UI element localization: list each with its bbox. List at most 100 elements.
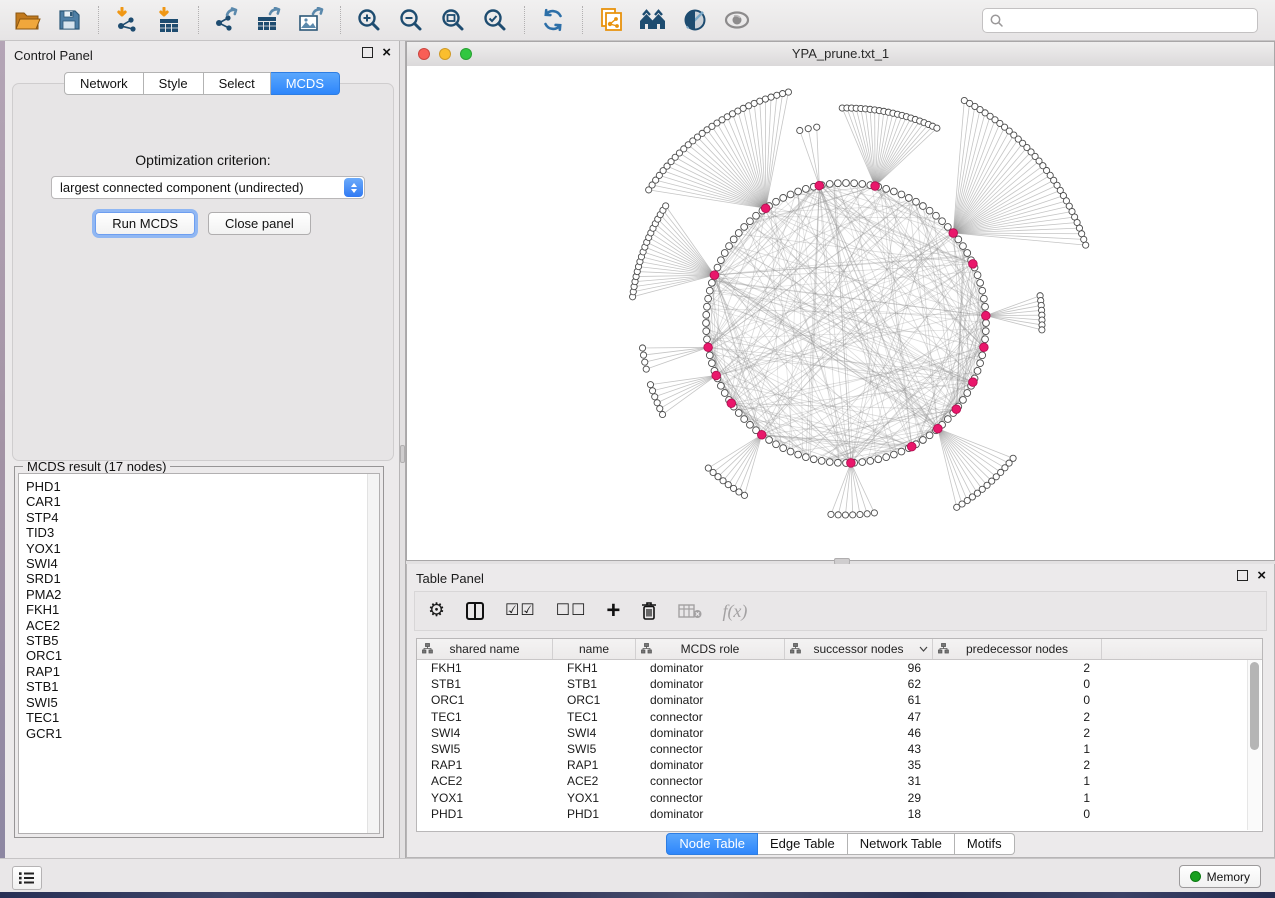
table-row[interactable]: TEC1TEC1connector472 — [417, 709, 1262, 725]
graph-node[interactable] — [787, 448, 794, 455]
graph-node[interactable] — [926, 432, 933, 439]
graph-node[interactable] — [979, 352, 986, 359]
fan-node[interactable] — [1039, 327, 1045, 333]
fan-node[interactable] — [850, 512, 856, 518]
graph-node[interactable] — [890, 451, 897, 458]
mcds-node-item[interactable]: PMA2 — [26, 587, 379, 602]
add-row-icon[interactable]: + — [606, 596, 620, 626]
graph-node[interactable] — [802, 185, 809, 192]
graph-node[interactable] — [960, 243, 967, 250]
mcds-result-list[interactable]: PHD1CAR1STP4TID3YOX1SWI4SRD1PMA2FKH1ACE2… — [18, 473, 380, 834]
graph-node[interactable] — [706, 352, 713, 359]
table-row[interactable]: ACE2ACE2connector311 — [417, 773, 1262, 789]
table-row[interactable]: ORC1ORC1dominator610 — [417, 692, 1262, 708]
graph-node[interactable] — [955, 236, 962, 243]
graph-node[interactable] — [933, 212, 940, 219]
graph-node[interactable] — [826, 181, 833, 188]
column-header-shared-name[interactable]: shared name — [417, 639, 553, 659]
graph-node[interactable] — [708, 279, 715, 286]
float-panel-icon[interactable] — [1237, 570, 1248, 581]
graph-node[interactable] — [717, 257, 724, 264]
graph-node[interactable] — [977, 360, 984, 367]
graph-node[interactable] — [875, 456, 882, 463]
graph-node[interactable] — [780, 194, 787, 201]
graph-node[interactable] — [726, 243, 733, 250]
mcds-hub-node[interactable] — [871, 182, 880, 191]
graph-node[interactable] — [974, 367, 981, 374]
fan-node[interactable] — [842, 512, 848, 518]
fan-node[interactable] — [814, 124, 820, 130]
task-history-button[interactable] — [12, 866, 42, 890]
clone-network-icon[interactable] — [594, 5, 628, 35]
table-scrollbar[interactable] — [1247, 660, 1261, 830]
graph-node[interactable] — [741, 224, 748, 231]
graph-node[interactable] — [851, 180, 858, 187]
fan-node[interactable] — [835, 512, 841, 518]
fan-node[interactable] — [640, 352, 646, 358]
mcds-node-item[interactable]: YOX1 — [26, 541, 379, 556]
mcds-node-item[interactable]: CAR1 — [26, 494, 379, 509]
export-table-icon[interactable] — [252, 5, 286, 35]
fan-node[interactable] — [741, 492, 747, 498]
mcds-hub-node[interactable] — [969, 260, 978, 269]
mcds-hub-node[interactable] — [712, 371, 721, 380]
fan-node[interactable] — [649, 388, 655, 394]
zoom-selected-icon[interactable] — [478, 5, 512, 35]
graph-node[interactable] — [905, 194, 912, 201]
close-panel-button[interactable]: Close panel — [208, 212, 311, 235]
fan-node[interactable] — [652, 394, 658, 400]
settings-icon[interactable]: ⚙ — [428, 596, 445, 626]
splitter-grip[interactable] — [400, 445, 405, 463]
graph-node[interactable] — [898, 191, 905, 198]
delete-row-icon[interactable] — [640, 596, 658, 626]
graph-node[interactable] — [735, 230, 742, 237]
deselect-all-icon[interactable]: ☐☐ — [556, 596, 587, 626]
float-panel-icon[interactable] — [362, 47, 373, 58]
graph-node[interactable] — [964, 250, 971, 257]
graph-node[interactable] — [706, 287, 713, 294]
graph-node[interactable] — [704, 303, 711, 310]
mcds-hub-node[interactable] — [907, 442, 916, 451]
graph-node[interactable] — [704, 336, 711, 343]
graph-node[interactable] — [883, 185, 890, 192]
mcds-node-item[interactable]: ORC1 — [26, 648, 379, 663]
mcds-node-item[interactable]: GCR1 — [26, 726, 379, 741]
search-field[interactable] — [982, 8, 1258, 33]
graph-node[interactable] — [834, 459, 841, 466]
graph-node[interactable] — [735, 410, 742, 417]
table-row[interactable]: RAP1RAP1dominator352 — [417, 757, 1262, 773]
graph-node[interactable] — [960, 397, 967, 404]
graph-node[interactable] — [705, 295, 712, 302]
mcds-hub-node[interactable] — [710, 271, 719, 280]
mcds-node-item[interactable]: SWI5 — [26, 695, 379, 710]
export-image-icon[interactable] — [294, 5, 328, 35]
graph-node[interactable] — [843, 180, 850, 187]
refresh-icon[interactable] — [536, 5, 570, 35]
first-neighbors-icon[interactable] — [636, 5, 670, 35]
tab-motifs[interactable]: Motifs — [955, 833, 1015, 855]
fan-node[interactable] — [659, 411, 665, 417]
graph-node[interactable] — [898, 448, 905, 455]
fan-node[interactable] — [654, 400, 660, 406]
graph-node[interactable] — [721, 250, 728, 257]
table-row[interactable]: FKH1FKH1dominator962 — [417, 660, 1262, 676]
table-row[interactable]: STB1STB1dominator620 — [417, 676, 1262, 692]
zoom-in-icon[interactable] — [352, 5, 386, 35]
tab-style[interactable]: Style — [144, 72, 204, 95]
fan-node[interactable] — [934, 125, 940, 131]
memory-button[interactable]: Memory — [1179, 865, 1261, 888]
run-mcds-button[interactable]: Run MCDS — [95, 212, 195, 235]
toggle-style-icon[interactable] — [678, 5, 712, 35]
mcds-hub-node[interactable] — [761, 204, 770, 213]
mcds-hub-node[interactable] — [727, 399, 736, 408]
graph-node[interactable] — [826, 459, 833, 466]
fan-node[interactable] — [871, 510, 877, 516]
tab-network-table[interactable]: Network Table — [848, 833, 955, 855]
open-file-icon[interactable] — [10, 5, 44, 35]
graph-node[interactable] — [747, 218, 754, 225]
fan-node[interactable] — [954, 504, 960, 510]
fan-node[interactable] — [642, 359, 648, 365]
network-canvas[interactable] — [407, 66, 1274, 560]
graph-node[interactable] — [982, 328, 989, 335]
table-row[interactable]: PHD1PHD1dominator180 — [417, 806, 1262, 822]
